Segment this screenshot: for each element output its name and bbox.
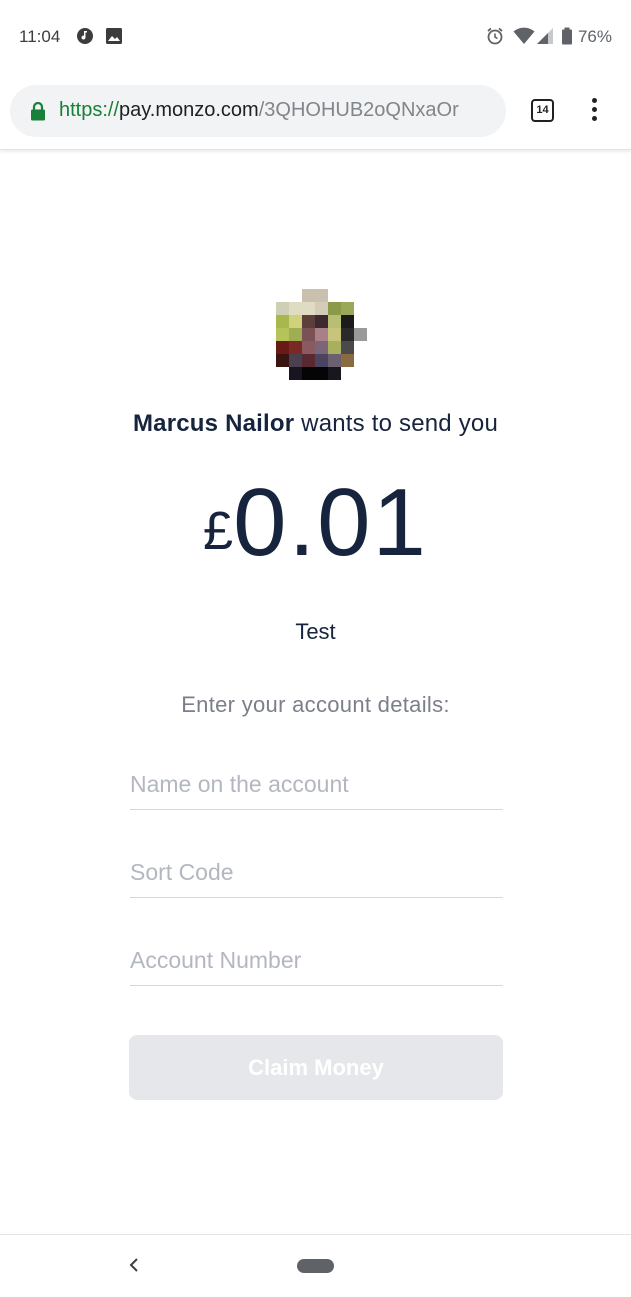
sender-action: wants to send you xyxy=(294,410,499,437)
sender-avatar xyxy=(276,289,367,380)
url-text[interactable]: https://pay.monzo.com/3QHOHUB2oQNxaOr xyxy=(59,99,499,122)
alarm-icon xyxy=(487,27,503,45)
battery-icon xyxy=(562,27,572,45)
tab-switcher-button[interactable]: 14 xyxy=(531,99,554,122)
music-note-icon xyxy=(77,28,93,44)
sort-code-input[interactable] xyxy=(130,848,503,898)
claim-money-button[interactable]: Claim Money xyxy=(129,1035,503,1100)
payment-amount: £0.01 xyxy=(0,468,631,578)
system-nav-bar xyxy=(0,1234,631,1297)
overflow-menu-icon[interactable] xyxy=(586,98,602,124)
signal-icon xyxy=(537,28,553,44)
url-scheme: https:// xyxy=(59,99,120,121)
image-icon xyxy=(106,28,122,44)
address-bar[interactable]: https://pay.monzo.com/3QHOHUB2oQNxaOr xyxy=(10,85,506,137)
browser-toolbar: https://pay.monzo.com/3QHOHUB2oQNxaOr 14 xyxy=(0,74,631,150)
payment-note: Test xyxy=(295,619,336,644)
account-name-input[interactable] xyxy=(130,760,503,810)
url-host: pay.monzo.com xyxy=(119,99,259,121)
url-path: /3QHOHUB2oQNxaOr xyxy=(258,99,459,121)
details-prompt: Enter your account details: xyxy=(181,692,450,717)
battery-percent: 76% xyxy=(577,27,612,46)
account-number-input[interactable] xyxy=(130,936,503,986)
wifi-icon xyxy=(513,27,535,44)
home-pill-button[interactable] xyxy=(297,1259,334,1273)
sender-name: Marcus Nailor xyxy=(132,410,295,437)
currency-symbol: £ xyxy=(203,501,234,561)
sender-message: Marcus Nailor wants to send you xyxy=(0,410,631,438)
status-time: 11:04 xyxy=(19,27,61,46)
lock-icon[interactable] xyxy=(30,101,46,121)
status-bar: 11:04 76% xyxy=(0,0,631,74)
amount-value: 0.01 xyxy=(233,469,428,576)
back-icon[interactable] xyxy=(126,1253,142,1277)
